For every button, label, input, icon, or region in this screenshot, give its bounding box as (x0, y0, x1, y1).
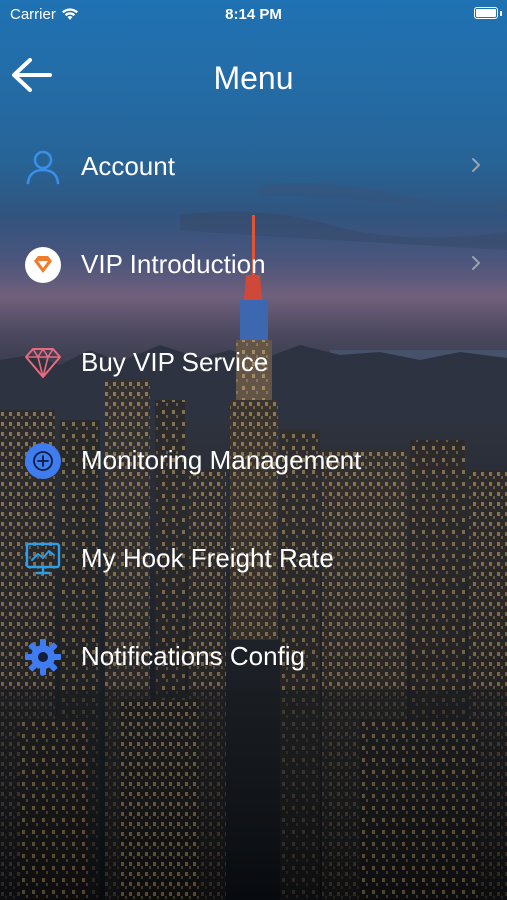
menu-screen: Carrier 8:14 PM Menu Account VIP Introdu… (0, 0, 507, 900)
chevron-right-icon (472, 158, 480, 172)
monitor-chart-icon (24, 540, 62, 578)
gem-icon (24, 344, 62, 382)
page-title: Menu (213, 60, 294, 96)
menu-item-my-hook-freight-rate[interactable]: My Hook Freight Rate (0, 528, 507, 588)
menu-item-account[interactable]: Account (0, 136, 507, 196)
gear-icon (24, 638, 62, 676)
menu-item-buy-vip-service[interactable]: Buy VIP Service (0, 332, 507, 392)
menu-label-vip-introduction: VIP Introduction (81, 249, 266, 279)
menu-item-monitoring-management[interactable]: Monitoring Management (0, 430, 507, 490)
menu-item-notifications-config[interactable]: Notifications Config (0, 626, 507, 686)
menu-label-my-hook-freight-rate: My Hook Freight Rate (81, 543, 334, 573)
plus-circle-icon (24, 442, 62, 480)
vip-diamond-badge-icon (24, 246, 62, 284)
menu-item-vip-introduction[interactable]: VIP Introduction (0, 234, 507, 294)
chevron-right-icon (472, 256, 480, 270)
menu-label-account: Account (81, 151, 175, 181)
menu-label-monitoring-management: Monitoring Management (81, 445, 362, 475)
user-icon (24, 148, 62, 186)
battery-icon (474, 7, 498, 19)
menu-label-notifications-config: Notifications Config (81, 641, 305, 671)
status-time: 8:14 PM (225, 6, 282, 23)
status-bar: Carrier 8:14 PM (0, 0, 507, 30)
battery-level (476, 9, 496, 17)
battery-tip (500, 11, 502, 16)
menu-label-buy-vip-service: Buy VIP Service (81, 347, 269, 377)
